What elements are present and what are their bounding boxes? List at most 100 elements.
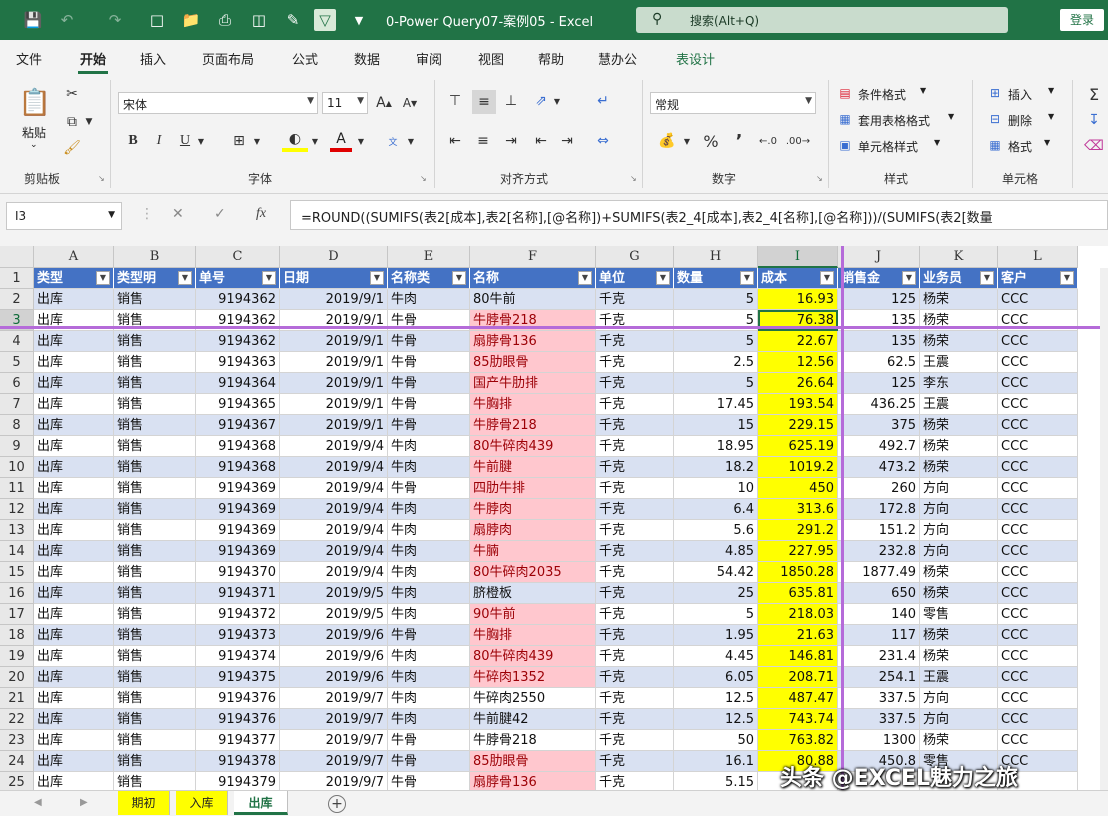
table-cell[interactable]: 9194371	[196, 583, 280, 604]
table-cell[interactable]: 牛肉	[388, 520, 470, 541]
table-cell[interactable]: 2019/9/6	[280, 646, 388, 667]
table-cell[interactable]: 16.93	[758, 289, 838, 310]
table-cell[interactable]: 千克	[596, 394, 674, 415]
row-header[interactable]: 22	[0, 709, 34, 730]
table-cell[interactable]: 9194376	[196, 709, 280, 730]
cut-icon[interactable]: ✂	[62, 84, 82, 104]
table-cell[interactable]: 出库	[34, 520, 114, 541]
table-cell[interactable]: CCC	[998, 352, 1078, 373]
table-cell[interactable]: 9194362	[196, 331, 280, 352]
table-cell[interactable]: 208.71	[758, 667, 838, 688]
table-cell[interactable]: 9194369	[196, 478, 280, 499]
table-cell[interactable]: 出库	[34, 415, 114, 436]
border-dropdown-icon[interactable]: ▼	[252, 130, 262, 152]
table-cell[interactable]: 291.2	[758, 520, 838, 541]
autosum-icon[interactable]: Σ	[1084, 84, 1104, 104]
open-folder-icon[interactable]: 📁	[180, 9, 202, 31]
table-cell[interactable]: 4.45	[674, 646, 758, 667]
table-cell[interactable]: 2019/9/7	[280, 730, 388, 751]
table-cell[interactable]: CCC	[998, 625, 1078, 646]
tab-formulas[interactable]: 公式	[292, 49, 318, 68]
cell-style-button[interactable]: 单元格样式	[858, 138, 918, 155]
table-cell[interactable]: 出库	[34, 289, 114, 310]
table-cell[interactable]: 销售	[114, 394, 196, 415]
table-cell[interactable]: 牛胸排	[470, 625, 596, 646]
row-header[interactable]: 25	[0, 772, 34, 790]
table-cell[interactable]: 2019/9/4	[280, 457, 388, 478]
table-cell[interactable]: 出库	[34, 646, 114, 667]
tab-huibangong[interactable]: 慧办公	[598, 49, 637, 68]
table-cell[interactable]: 王震	[920, 667, 998, 688]
phonetic-dropdown-icon[interactable]: ▼	[406, 130, 416, 152]
table-cell[interactable]: 牛骨	[388, 730, 470, 751]
bold-button[interactable]: B	[124, 130, 142, 152]
filter-dropdown-icon[interactable]: ▼	[980, 271, 994, 285]
table-cell[interactable]: CCC	[998, 688, 1078, 709]
table-cell[interactable]: 千克	[596, 289, 674, 310]
table-cell[interactable]: 260	[838, 478, 920, 499]
table-cell[interactable]: 杨荣	[920, 331, 998, 352]
table-cell[interactable]: 销售	[114, 583, 196, 604]
table-cell[interactable]: 16.1	[674, 751, 758, 772]
table-cell[interactable]: 2019/9/4	[280, 478, 388, 499]
column-header[interactable]: J	[838, 246, 920, 268]
table-cell[interactable]: 千克	[596, 499, 674, 520]
table-cell[interactable]: 牛骨	[388, 772, 470, 790]
table-cell[interactable]: 销售	[114, 352, 196, 373]
chevron-down-icon[interactable]: ▼	[934, 138, 940, 147]
table-header-cell[interactable]: 名称 ▼	[470, 268, 596, 289]
orientation-icon[interactable]: ⇗	[530, 90, 552, 112]
table-cell[interactable]: 229.15	[758, 415, 838, 436]
table-cell[interactable]: 231.4	[838, 646, 920, 667]
table-cell[interactable]: 牛肉	[388, 541, 470, 562]
table-cell[interactable]: 销售	[114, 688, 196, 709]
table-cell[interactable]: 李东	[920, 373, 998, 394]
table-cell[interactable]: 出库	[34, 436, 114, 457]
table-cell[interactable]: 方向	[920, 541, 998, 562]
table-cell[interactable]: 销售	[114, 436, 196, 457]
table-header-cell[interactable]: 类型 ▼	[34, 268, 114, 289]
table-cell[interactable]: 9194378	[196, 751, 280, 772]
table-cell[interactable]: 扇脖骨136	[470, 331, 596, 352]
paste-dropdown-icon[interactable]: ⌄	[30, 140, 38, 150]
undo-icon[interactable]: ↶	[56, 9, 78, 31]
table-cell[interactable]: 2019/9/7	[280, 688, 388, 709]
table-cell[interactable]: 方向	[920, 709, 998, 730]
table-cell[interactable]: 国产牛肋排	[470, 373, 596, 394]
table-format-icon[interactable]: ▦	[836, 110, 854, 128]
table-cell[interactable]: 牛骨	[388, 352, 470, 373]
table-cell[interactable]: 牛骨	[388, 373, 470, 394]
clipboard-launcher-icon[interactable]: ↘	[98, 174, 105, 183]
sheet-tab-outbound[interactable]: 出库	[234, 791, 288, 815]
align-top-icon[interactable]: ⊤	[444, 90, 466, 112]
row-header[interactable]: 14	[0, 541, 34, 562]
table-cell[interactable]: 2019/9/4	[280, 520, 388, 541]
row-header[interactable]: 18	[0, 625, 34, 646]
table-header-cell[interactable]: 客户 ▼	[998, 268, 1078, 289]
table-header-cell[interactable]: 类型明 ▼	[114, 268, 196, 289]
name-box[interactable]: I3 ▼	[6, 202, 122, 230]
decrease-font-icon[interactable]: A ▼	[400, 92, 420, 114]
table-cell[interactable]: 牛骨	[388, 394, 470, 415]
chevron-down-icon[interactable]: ▼	[1044, 138, 1050, 147]
fill-color-icon[interactable]: ◐	[282, 130, 308, 152]
table-cell[interactable]: 9194375	[196, 667, 280, 688]
filter-dropdown-icon[interactable]: ▼	[262, 271, 276, 285]
table-cell[interactable]: 9194369	[196, 499, 280, 520]
orientation-dropdown-icon[interactable]: ▼	[552, 90, 562, 112]
table-cell[interactable]: 9194372	[196, 604, 280, 625]
table-cell[interactable]: CCC	[998, 289, 1078, 310]
table-cell[interactable]: CCC	[998, 541, 1078, 562]
row-header[interactable]: 1	[0, 268, 34, 289]
table-cell[interactable]: 千克	[596, 772, 674, 790]
table-cell[interactable]: 635.81	[758, 583, 838, 604]
align-middle-icon[interactable]: ≡	[472, 90, 496, 114]
underline-dropdown-icon[interactable]: ▼	[196, 130, 206, 152]
table-cell[interactable]: 杨荣	[920, 289, 998, 310]
tab-view[interactable]: 视图	[478, 49, 504, 68]
save-icon[interactable]: 💾	[22, 9, 44, 31]
table-cell[interactable]: 10	[674, 478, 758, 499]
increase-decimal-icon[interactable]: ←.0	[756, 130, 780, 152]
table-cell[interactable]: 135	[838, 331, 920, 352]
table-cell[interactable]: 625.19	[758, 436, 838, 457]
